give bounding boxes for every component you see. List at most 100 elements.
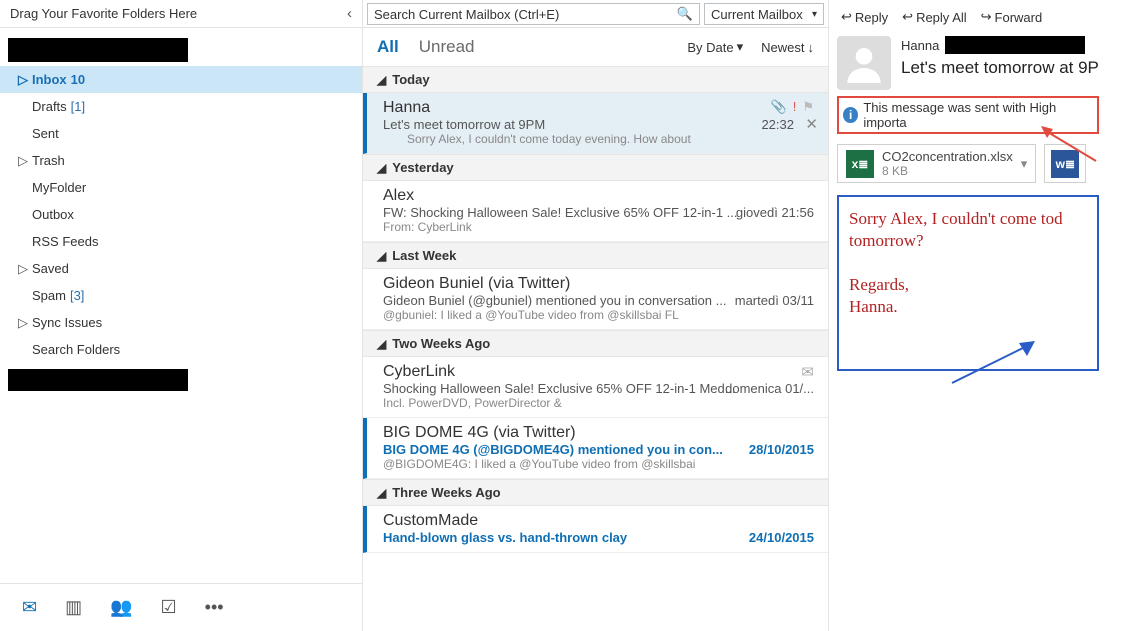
message-item[interactable]: Gideon Buniel (via Twitter)Gideon Buniel…: [363, 269, 828, 330]
message-time: 22:32: [761, 117, 794, 132]
expand-icon[interactable]: ▷: [18, 72, 30, 88]
folder-label: Saved: [30, 261, 69, 276]
favorites-placeholder: Drag Your Favorite Folders Here: [10, 6, 197, 21]
sort-newest[interactable]: Newest ↓: [761, 39, 814, 55]
attachment-icon: 📎: [771, 99, 787, 115]
excel-icon: x≣: [846, 150, 874, 178]
reply-button[interactable]: ↩Reply: [841, 9, 888, 25]
group-header[interactable]: ◢ Three Weeks Ago: [363, 479, 828, 506]
account-1-redacted[interactable]: [8, 38, 188, 62]
favorites-drop[interactable]: Drag Your Favorite Folders Here ‹: [0, 0, 362, 28]
message-preview: Incl. PowerDVD, PowerDirector &: [383, 396, 816, 410]
info-icon: i: [843, 107, 858, 123]
message-item[interactable]: CustomMadeHand-blown glass vs. hand-thro…: [363, 506, 828, 553]
attachment-excel[interactable]: x≣ CO2concentration.xlsx 8 KB ▾: [837, 144, 1036, 183]
body-line: Sorry Alex, I couldn't come tod: [849, 209, 1087, 229]
folder-label: RSS Feeds: [30, 234, 98, 249]
message-from: Gideon Buniel (via Twitter): [383, 275, 816, 293]
search-scope-dropdown[interactable]: Current Mailbox ▾: [704, 3, 824, 25]
folder-sync-issues[interactable]: ▷Sync Issues: [0, 309, 362, 336]
message-date: martedì 03/11: [735, 293, 814, 308]
sender-name: Hanna: [901, 38, 939, 53]
folder-trash[interactable]: ▷Trash: [0, 147, 362, 174]
search-placeholder: Search Current Mailbox (Ctrl+E): [374, 7, 559, 22]
group-header[interactable]: ◢Today: [363, 66, 828, 93]
collapse-icon: ◢: [377, 337, 386, 351]
message-from: BIG DOME 4G (via Twitter): [383, 424, 816, 442]
message-preview: Sorry Alex, I couldn't come today evenin…: [383, 132, 816, 146]
expand-icon[interactable]: ▷: [18, 153, 30, 169]
importance-icon: !: [793, 99, 797, 115]
group-header[interactable]: ◢Last Week: [363, 242, 828, 269]
flag-icon[interactable]: ⚑: [802, 99, 814, 115]
expand-icon[interactable]: ▷: [18, 261, 30, 277]
group-header[interactable]: ◢Yesterday: [363, 154, 828, 181]
folder-inbox[interactable]: ▷Inbox 10: [0, 66, 362, 93]
reply-icon: ↩: [841, 9, 852, 25]
reply-all-icon: ↩: [902, 9, 913, 25]
group-header[interactable]: ◢Two Weeks Ago: [363, 330, 828, 357]
message-from: CustomMade: [383, 512, 816, 530]
filter-tabs: All Unread By Date ▾ Newest ↓: [363, 28, 828, 66]
tab-all[interactable]: All: [377, 37, 399, 57]
attachment-name: CO2concentration.xlsx: [882, 149, 1013, 164]
search-icon[interactable]: 🔍: [677, 6, 693, 22]
nav-footer: ✉ ▥ 👥 ☑ •••: [0, 583, 362, 631]
delete-icon[interactable]: ✕: [805, 115, 818, 133]
reply-all-button[interactable]: ↩Reply All: [902, 9, 966, 25]
sender-email-redacted: [945, 36, 1085, 54]
expand-icon[interactable]: ▷: [18, 315, 30, 331]
folder-rss-feeds[interactable]: RSS Feeds: [0, 228, 362, 255]
body-line: [849, 253, 1087, 273]
collapse-icon: ◢: [377, 161, 386, 175]
collapse-icon: ◢: [377, 486, 386, 500]
folder-sent[interactable]: Sent: [0, 120, 362, 147]
tasks-icon[interactable]: ☑: [161, 597, 177, 618]
collapse-icon[interactable]: ‹: [347, 5, 352, 22]
message-preview: @BIGDOME4G: I liked a @YouTube video fro…: [383, 457, 816, 471]
message-from: Hanna: [383, 99, 816, 117]
message-item[interactable]: 📎! ⚑HannaLet's meet tomorrow at 9PMSorry …: [363, 93, 828, 154]
collapse-icon: ◢: [377, 249, 386, 263]
folder-drafts[interactable]: Drafts [1]: [0, 93, 362, 120]
message-item[interactable]: ✉CyberLinkShocking Halloween Sale! Exclu…: [363, 357, 828, 418]
mail-icon[interactable]: ✉: [22, 597, 37, 618]
folder-label: Sent: [30, 126, 59, 141]
message-date: giovedì 21:56: [736, 205, 814, 220]
sender-avatar: [837, 36, 891, 90]
message-item[interactable]: BIG DOME 4G (via Twitter)BIG DOME 4G (@B…: [363, 418, 828, 479]
folder-label: Outbox: [30, 207, 74, 222]
annotation-arrow-red: [1041, 126, 1101, 166]
group-label: Three Weeks Ago: [392, 485, 500, 500]
reading-pane: ↩Reply ↩Reply All ↪Forward Hanna Let's m…: [829, 0, 1123, 631]
folder-count: [3]: [66, 288, 84, 303]
sort-by-date[interactable]: By Date ▾: [687, 39, 743, 55]
message-subject: Let's meet tomorrow at 9PM: [383, 117, 816, 132]
chevron-down-icon[interactable]: ▾: [1021, 156, 1028, 172]
people-icon[interactable]: 👥: [110, 597, 132, 618]
message-date: 24/10/2015: [749, 530, 814, 545]
chevron-down-icon: ▾: [812, 9, 817, 20]
attachment-size: 8 KB: [882, 164, 1013, 178]
more-icon[interactable]: •••: [205, 597, 224, 618]
reply-actions: ↩Reply ↩Reply All ↪Forward: [837, 4, 1123, 30]
body-line: Regards,: [849, 275, 1087, 295]
account-2-redacted[interactable]: [8, 369, 188, 391]
body-line: tomorrow?: [849, 231, 1087, 251]
annotation-arrow-blue: [947, 338, 1037, 388]
calendar-icon[interactable]: ▥: [65, 597, 82, 618]
message-preview: @gbuniel: I liked a @YouTube video from …: [383, 308, 816, 322]
message-preview: From: CyberLink: [383, 220, 816, 234]
sort-controls: By Date ▾ Newest ↓: [687, 39, 814, 55]
folder-saved[interactable]: ▷Saved: [0, 255, 362, 282]
tab-unread[interactable]: Unread: [419, 37, 475, 57]
folder-outbox[interactable]: Outbox: [0, 201, 362, 228]
folder-search-folders[interactable]: Search Folders: [0, 336, 362, 363]
folder-myfolder[interactable]: MyFolder: [0, 174, 362, 201]
body-line: Hanna.: [849, 297, 1087, 317]
message-from: Alex: [383, 187, 816, 205]
message-item[interactable]: AlexFW: Shocking Halloween Sale! Exclusi…: [363, 181, 828, 242]
search-input[interactable]: Search Current Mailbox (Ctrl+E) 🔍: [367, 3, 700, 25]
folder-spam[interactable]: Spam [3]: [0, 282, 362, 309]
forward-button[interactable]: ↪Forward: [981, 9, 1043, 25]
